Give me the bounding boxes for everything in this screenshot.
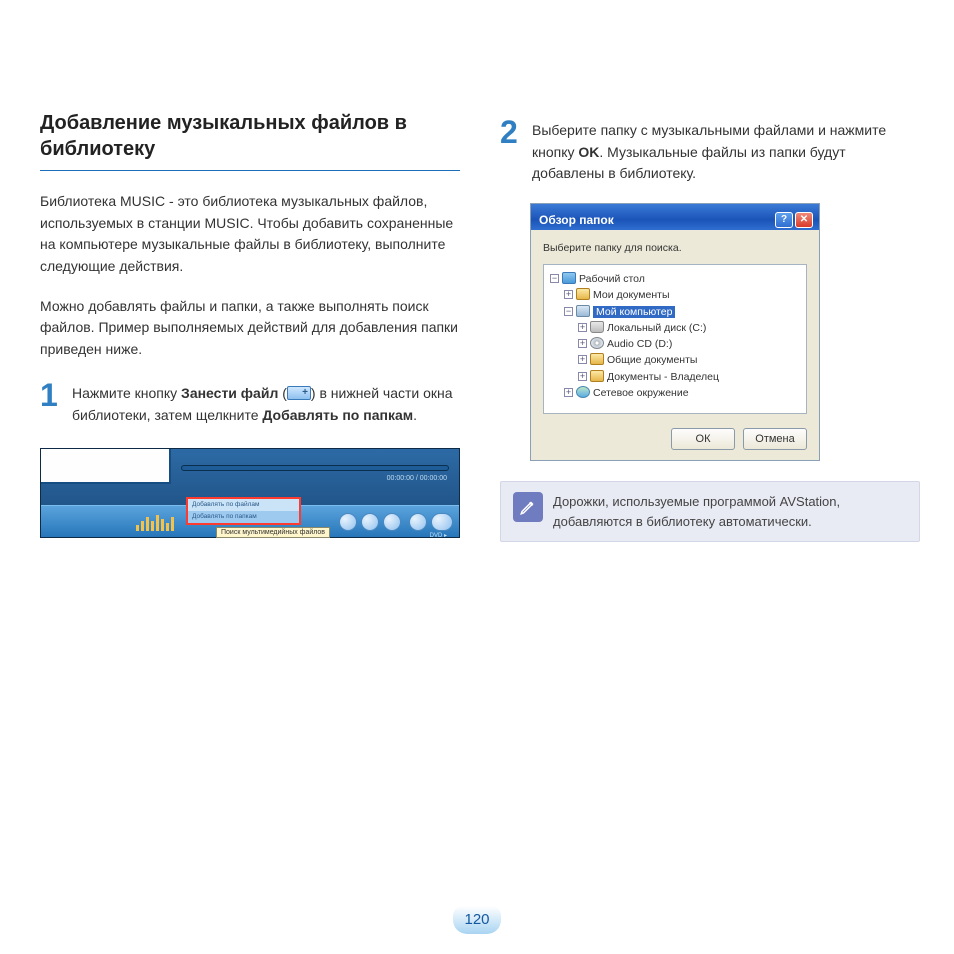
tree-label: Audio CD (D:) — [607, 338, 672, 350]
expand-icon[interactable]: + — [578, 339, 587, 348]
desktop-icon — [562, 272, 576, 284]
media-player-screenshot: 00:00:00 / 00:00:00 DVD ▸ Добавлять по ф… — [40, 448, 460, 538]
step-number-2: 2 — [500, 116, 522, 185]
player-time-display: 00:00:00 / 00:00:00 — [387, 475, 447, 482]
page-title: Добавление музыкальных файлов в библиоте… — [40, 110, 460, 162]
tree-label: Сетевое окружение — [593, 387, 689, 399]
step2-bold: OK — [578, 144, 599, 160]
step-1-text: Нажмите кнопку Занести файл () в нижней … — [72, 379, 460, 426]
title-rule — [40, 170, 460, 171]
folder-icon — [576, 288, 590, 300]
expand-icon[interactable]: + — [578, 372, 587, 381]
menu-add-by-files[interactable]: Добавлять по файлам — [188, 499, 299, 511]
player-tooltip: Поиск мультимедийных файлов — [216, 527, 330, 538]
step1-bold1: Занести файл — [181, 385, 278, 401]
tree-item-mydocs[interactable]: + Мои документы — [564, 287, 802, 303]
network-icon — [576, 386, 590, 398]
player-equalizer-icon — [136, 513, 178, 531]
player-play-button[interactable] — [361, 513, 379, 531]
dialog-help-button[interactable]: ? — [775, 212, 793, 228]
player-mode-button[interactable] — [431, 513, 453, 531]
tree-item-ownerdocs[interactable]: + Документы - Владелец — [578, 369, 802, 385]
pencil-icon — [513, 492, 543, 522]
player-seek-bar[interactable] — [181, 465, 449, 471]
note-text: Дорожки, используемые программой AVStati… — [553, 492, 907, 531]
cd-icon — [590, 337, 604, 349]
menu-add-by-folders[interactable]: Добавлять по папкам — [188, 511, 299, 523]
page-number: 120 — [453, 906, 501, 934]
expand-icon[interactable]: + — [578, 323, 587, 332]
browse-folders-dialog: Обзор папок ? ✕ Выберите папку для поиск… — [530, 203, 820, 461]
player-dvd-label: DVD ▸ — [430, 532, 447, 539]
folder-tree[interactable]: − Рабочий стол + Мои документы − Мой компью… — [543, 264, 807, 414]
collapse-icon[interactable]: − — [564, 307, 573, 316]
tree-label: Локальный диск (C:) — [607, 322, 706, 334]
step-2: 2 Выберите папку с музыкальными файлами … — [500, 116, 920, 185]
tree-item-network[interactable]: + Сетевое окружение — [564, 385, 802, 401]
tree-label: Мои документы — [593, 289, 670, 301]
folder-icon — [590, 370, 604, 382]
step1-pre: Нажмите кнопку — [72, 385, 181, 401]
computer-icon — [576, 305, 590, 317]
collapse-icon[interactable]: − — [550, 274, 559, 283]
tree-label: Документы - Владелец — [607, 371, 719, 383]
step-1: 1 Нажмите кнопку Занести файл () в нижне… — [40, 379, 460, 426]
note-box: Дорожки, используемые программой AVStati… — [500, 481, 920, 542]
ok-button[interactable]: ОК — [671, 428, 735, 450]
player-context-menu[interactable]: Добавлять по файлам Добавлять по папкам — [186, 497, 301, 525]
tree-item-audiocd[interactable]: + Audio CD (D:) — [578, 336, 802, 352]
expand-icon[interactable]: + — [564, 290, 573, 299]
dialog-instruction-label: Выберите папку для поиска. — [543, 242, 807, 254]
tree-item-desktop[interactable]: − Рабочий стол + Мои документы − Мой компью… — [550, 271, 802, 401]
tree-label: Рабочий стол — [579, 273, 645, 285]
tree-label: Общие документы — [607, 354, 697, 366]
step-number-1: 1 — [40, 379, 62, 426]
tree-item-mycomputer[interactable]: − Мой компьютер + Локальный диск (C:) + Aud… — [564, 304, 802, 385]
add-file-icon — [287, 386, 311, 400]
dialog-titlebar[interactable]: Обзор папок ? ✕ — [531, 204, 819, 230]
tree-item-shared[interactable]: + Общие документы — [578, 352, 802, 368]
tree-label-selected: Мой компьютер — [593, 306, 675, 318]
step1-bold2: Добавлять по папкам — [262, 407, 413, 423]
expand-icon[interactable]: + — [578, 355, 587, 364]
player-library-panel — [41, 449, 171, 484]
cancel-button[interactable]: Отмена — [743, 428, 807, 450]
player-prev-button[interactable] — [339, 513, 357, 531]
step-2-text: Выберите папку с музыкальными файлами и … — [532, 116, 920, 185]
disk-icon — [590, 321, 604, 333]
tree-item-localdisk[interactable]: + Локальный диск (C:) — [578, 320, 802, 336]
step1-end: . — [413, 407, 417, 423]
intro-paragraph-1: Библиотека MUSIC - это библиотека музыка… — [40, 191, 460, 278]
intro-paragraph-2: Можно добавлять файлы и папки, а также в… — [40, 296, 460, 361]
player-stop-button[interactable] — [409, 513, 427, 531]
dialog-close-button[interactable]: ✕ — [795, 212, 813, 228]
step1-mid: ( — [278, 385, 287, 401]
player-next-button[interactable] — [383, 513, 401, 531]
expand-icon[interactable]: + — [564, 388, 573, 397]
folder-icon — [590, 353, 604, 365]
dialog-title-text: Обзор папок — [539, 213, 614, 227]
